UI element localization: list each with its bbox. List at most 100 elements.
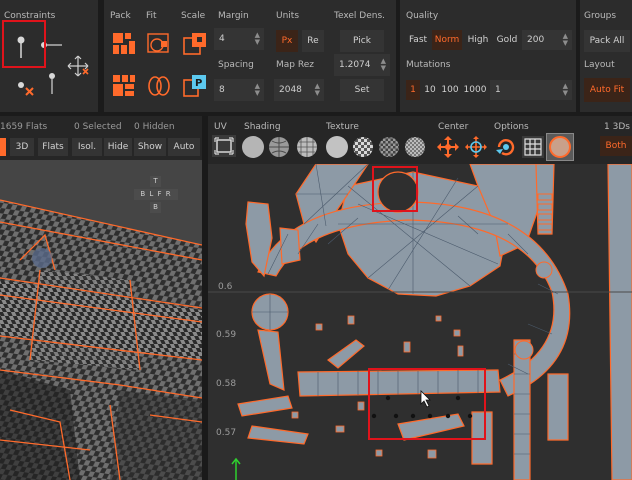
quality-value-field[interactable]: 200 ▲ ▼ <box>522 30 572 50</box>
scale-label: Scale <box>181 11 206 21</box>
spacing-field[interactable]: 8 ▲ ▼ <box>214 79 264 101</box>
pack-grid-alt-icon[interactable] <box>112 74 136 98</box>
quality-spinner-icon[interactable]: ▲ ▼ <box>563 33 568 47</box>
mutations-1000-button[interactable]: 1000 <box>462 80 488 100</box>
quality-gold-button[interactable]: Gold <box>494 30 520 50</box>
nav-cube-row[interactable]: B L F R <box>134 189 178 200</box>
texture-checker-icon[interactable] <box>352 136 374 158</box>
texel-field[interactable]: 1.2074 ▲ ▼ <box>334 54 390 76</box>
quality-panel: Quality Fast Norm High Gold 200 ▲ ▼ Mutati… <box>400 0 576 112</box>
margin-value: 4 <box>219 34 225 44</box>
uv-toolbar: UV Shading Texture Center Options 1 3Ds … <box>208 116 632 164</box>
unpin-constraint-icon[interactable] <box>16 80 38 98</box>
both-button[interactable]: Both <box>600 136 632 156</box>
pack-label: Pack <box>110 11 131 21</box>
svg-text:P: P <box>195 78 202 89</box>
frame-icon[interactable] <box>212 135 236 157</box>
pack-grid-icon[interactable] <box>112 32 136 56</box>
fit-shape-icon[interactable] <box>146 32 172 56</box>
maprez-label: Map Rez <box>276 60 314 70</box>
flats-info: 1659 Flats <box>0 122 48 132</box>
vertical-constraint-icon[interactable] <box>45 72 59 96</box>
uv-label: UV <box>214 122 227 132</box>
mutations-value-field[interactable]: 1 ▲ ▼ <box>490 80 572 100</box>
shading-flat-icon[interactable] <box>242 136 264 158</box>
quality-high-button[interactable]: High <box>464 30 492 50</box>
margin-label: Margin <box>218 11 249 21</box>
show-button[interactable]: Show <box>134 138 166 156</box>
quality-value: 200 <box>527 35 545 45</box>
pack-all-button[interactable]: Pack All <box>584 30 630 52</box>
options-label: Options <box>494 122 529 132</box>
move-constraint-icon[interactable] <box>66 54 92 78</box>
scale-icon[interactable] <box>182 32 208 56</box>
scale-p-icon[interactable]: P <box>182 74 208 98</box>
centre-hole-highlight-box <box>372 166 418 212</box>
edge-tab-button[interactable] <box>0 138 6 156</box>
mutations-10-button[interactable]: 10 <box>422 80 438 100</box>
set-button[interactable]: Set <box>340 79 384 101</box>
center-move-icon[interactable] <box>436 135 460 159</box>
hidden-info: 0 Hidden <box>134 122 175 132</box>
spacing-spinner-icon[interactable]: ▲ ▼ <box>255 83 260 97</box>
mutations-spinner-icon[interactable]: ▲ ▼ <box>563 83 568 97</box>
auto-button[interactable]: Auto <box>168 138 200 156</box>
3d-button[interactable]: 3D <box>10 138 34 156</box>
nav-cube[interactable]: T B L F R B <box>134 176 178 216</box>
uv-tick-0: 0.6 <box>218 282 233 292</box>
mutations-label: Mutations <box>406 60 451 70</box>
center-label: Center <box>438 122 469 132</box>
count-info: 1 3Ds T <box>604 122 632 132</box>
center-align-icon[interactable] <box>464 135 488 159</box>
hide-button[interactable]: Hide <box>104 138 132 156</box>
options-sphere-icon[interactable] <box>546 133 574 161</box>
texture-label: Texture <box>326 122 359 132</box>
uv-tick-3: 0.57 <box>216 428 237 438</box>
groups-label: Groups <box>584 11 617 21</box>
fit-oval-icon[interactable] <box>146 74 172 98</box>
spacing-label: Spacing <box>218 60 254 70</box>
nav-cube-top[interactable]: T <box>150 176 161 187</box>
quality-fast-button[interactable]: Fast <box>406 30 430 50</box>
pack-panel: Pack Fit Scale Margin Units Texel Dens. … <box>104 0 396 112</box>
texel-label: Texel Dens. <box>334 11 386 21</box>
pick-button[interactable]: Pick <box>340 30 384 52</box>
viewport-3d[interactable]: T B L F R B <box>0 160 202 480</box>
texture-grid-icon[interactable] <box>404 136 426 158</box>
mutations-100-button[interactable]: 100 <box>440 80 460 100</box>
isol-button[interactable]: Isol. <box>72 138 102 156</box>
selection-highlight-box <box>368 368 486 440</box>
shading-wire-icon[interactable] <box>268 136 290 158</box>
selected-info: 0 Selected <box>74 122 122 132</box>
shading-mesh-icon[interactable] <box>296 136 318 158</box>
groups-panel: Groups Pack All Layout Auto Fit <box>580 0 632 112</box>
quality-norm-button[interactable]: Norm <box>432 30 462 50</box>
nav-cube-bottom[interactable]: B <box>150 202 161 213</box>
units-re-button[interactable]: Re <box>302 30 324 52</box>
mutations-value: 1 <box>495 85 501 95</box>
constraint-highlight-box <box>2 20 46 68</box>
viewport-3d-toolbar: 1659 Flats 0 Selected 0 Hidden 3D Flats … <box>0 116 202 160</box>
uv-tick-2: 0.58 <box>216 379 237 389</box>
fit-label: Fit <box>146 11 157 21</box>
shading-label: Shading <box>244 122 281 132</box>
auto-fit-button[interactable]: Auto Fit <box>584 78 630 102</box>
flats-button[interactable]: Flats <box>38 138 68 156</box>
margin-spinner-icon[interactable]: ▲ ▼ <box>255 32 260 46</box>
maprez-value: 2048 <box>279 85 302 95</box>
uv-axis: 0.6 0.59 0.58 0.57 <box>214 274 244 444</box>
quality-label: Quality <box>406 11 439 21</box>
mutations-1-button[interactable]: 1 <box>406 80 420 100</box>
spacing-value: 8 <box>219 85 225 95</box>
margin-field[interactable]: 4 ▲ ▼ <box>214 28 264 50</box>
texture-checker-dark-icon[interactable] <box>378 136 400 158</box>
units-label: Units <box>276 11 300 21</box>
texel-spinner-icon[interactable]: ▲ ▼ <box>381 58 386 72</box>
units-px-button[interactable]: Px <box>276 30 298 52</box>
texture-plain-icon[interactable] <box>326 136 348 158</box>
maprez-spinner-icon[interactable]: ▲ ▼ <box>315 83 320 97</box>
options-rotate-icon[interactable] <box>494 135 518 159</box>
layout-label: Layout <box>584 60 615 70</box>
options-grid-icon[interactable] <box>522 136 544 158</box>
maprez-field[interactable]: 2048 ▲ ▼ <box>274 79 324 101</box>
